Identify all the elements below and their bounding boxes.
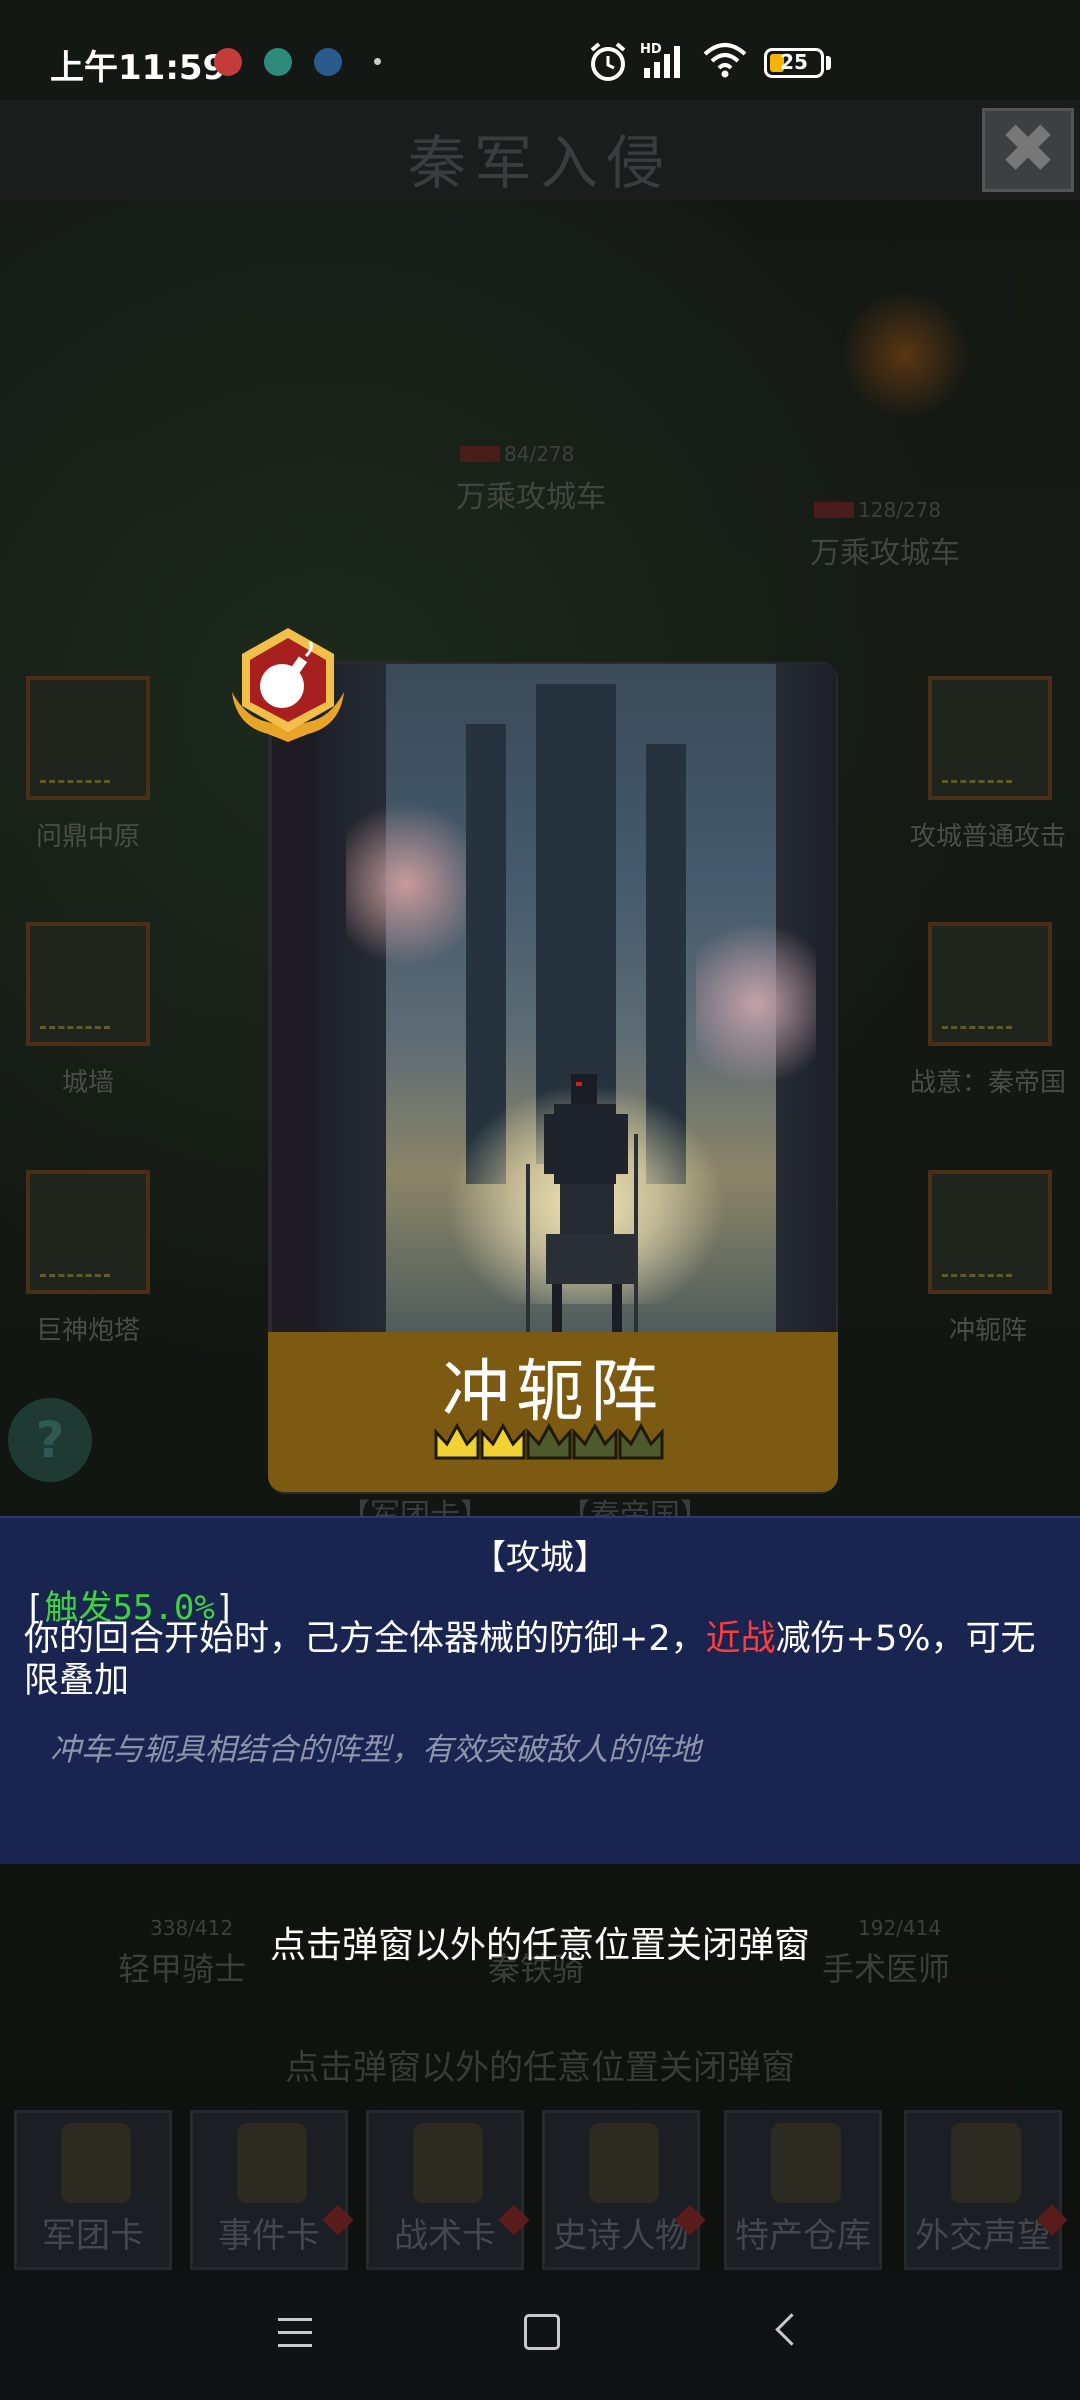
bottom-tab-bar: 军团卡 事件卡 战术卡 史诗人物 特产仓库 外交声望 bbox=[0, 2100, 1080, 2280]
cell-signal-icon bbox=[644, 46, 680, 78]
app-notification-icon bbox=[264, 48, 292, 76]
enemy-name[interactable]: 万乘攻城车 bbox=[810, 528, 960, 572]
tab-diplomatic-reputation[interactable]: 外交声望 bbox=[904, 2110, 1068, 2270]
crown-icon bbox=[434, 1422, 480, 1460]
alarm-icon bbox=[590, 42, 626, 81]
envelope-icon bbox=[951, 2123, 1021, 2203]
card-artwork bbox=[316, 664, 836, 1344]
tab-label: 外交声望 bbox=[915, 2216, 1051, 2256]
status-time: 上午11:59 bbox=[50, 48, 227, 88]
wifi-icon bbox=[703, 43, 747, 78]
close-button[interactable]: ✖ bbox=[982, 108, 1074, 192]
back-button[interactable] bbox=[775, 2313, 808, 2346]
enemy-hp-bar bbox=[460, 446, 500, 462]
more-notifications-icon bbox=[374, 58, 381, 65]
explosion-effect bbox=[840, 290, 970, 420]
scroll-icon bbox=[237, 2123, 307, 2203]
tab-legion-cards[interactable]: 军团卡 bbox=[14, 2110, 172, 2270]
chest-icon bbox=[771, 2123, 841, 2203]
left-slot-label: 巨神炮塔 bbox=[35, 1316, 140, 1346]
helmet-icon bbox=[61, 2123, 131, 2203]
tab-event-cards[interactable]: 事件卡 bbox=[190, 2110, 354, 2270]
crown-icon bbox=[480, 1422, 526, 1460]
enemy-hp: 128/278 bbox=[858, 498, 942, 522]
app-notification-icon bbox=[214, 48, 242, 76]
battery-tip bbox=[826, 56, 831, 70]
tab-specialty-warehouse[interactable]: 特产仓库 bbox=[724, 2110, 882, 2270]
crown-icon bbox=[589, 2123, 659, 2203]
artwork-blossom bbox=[346, 784, 466, 984]
enemy-hp-bar bbox=[814, 502, 854, 518]
system-nav-bar bbox=[0, 2270, 1080, 2400]
effect-keyword: 近战 bbox=[705, 1619, 776, 1659]
battery-icon: 25 bbox=[764, 48, 824, 78]
effect-text: 你的回合开始时，己方全体器械的防御+2， bbox=[24, 1619, 706, 1659]
knight-figure bbox=[526, 1074, 638, 1344]
crown-icon bbox=[526, 1422, 572, 1460]
shield-swords-icon bbox=[413, 2123, 483, 2203]
right-slot-label: 冲轭阵 bbox=[948, 1316, 1027, 1346]
tab-label: 战术卡 bbox=[394, 2216, 496, 2256]
help-button[interactable]: ? bbox=[8, 1398, 92, 1482]
tab-label: 史诗人物 bbox=[553, 2216, 689, 2256]
crown-icon bbox=[618, 1422, 664, 1460]
enemy-hp: 84/278 bbox=[504, 442, 575, 466]
right-card-slot[interactable] bbox=[928, 922, 1052, 1046]
tab-label: 特产仓库 bbox=[735, 2216, 871, 2256]
left-card-slot[interactable] bbox=[26, 676, 150, 800]
recents-button[interactable] bbox=[278, 2318, 312, 2348]
tab-epic-figures[interactable]: 史诗人物 bbox=[542, 2110, 706, 2270]
artwork-arch-left bbox=[316, 664, 386, 1344]
battery-level: 25 bbox=[780, 50, 808, 74]
artwork-blossom bbox=[696, 904, 816, 1104]
background-close-hint: 点击弹窗以外的任意位置关闭弹窗 bbox=[285, 2048, 795, 2088]
screen: 上午11:59 HD 25 秦军入侵 ✖ 84/278 万乘攻城车 128/27… bbox=[0, 0, 1080, 2400]
effect-description: 你的回合开始时，己方全体器械的防御+2，近战减伤+5%，可无限叠加 bbox=[24, 1618, 1060, 1702]
right-card-slot[interactable] bbox=[928, 676, 1052, 800]
crown-icon bbox=[572, 1422, 618, 1460]
right-slot-label: 战意：秦帝国 bbox=[909, 1068, 1066, 1098]
app-notification-icon bbox=[314, 48, 342, 76]
tab-label: 事件卡 bbox=[218, 2216, 320, 2256]
tab-label: 军团卡 bbox=[42, 2216, 144, 2256]
left-card-slot[interactable] bbox=[26, 1170, 150, 1294]
left-slot-label: 问鼎中原 bbox=[35, 822, 140, 852]
bomb-icon bbox=[232, 628, 344, 742]
enemy-name[interactable]: 万乘攻城车 bbox=[456, 472, 606, 516]
left-card-slot[interactable] bbox=[26, 922, 150, 1046]
game-title: 秦军入侵 bbox=[407, 129, 672, 197]
left-slot-label: 城墙 bbox=[61, 1068, 114, 1098]
right-card-slot[interactable] bbox=[928, 1170, 1052, 1294]
flavor-text: 冲车与轭具相结合的阵型，有效突破敌人的阵地 bbox=[50, 1732, 701, 1768]
right-slot-label: 攻城普通攻击 bbox=[909, 822, 1066, 852]
card-category-tag: 【攻城】 bbox=[472, 1538, 608, 1578]
home-button[interactable] bbox=[524, 2314, 560, 2350]
tab-tactic-cards[interactable]: 战术卡 bbox=[366, 2110, 530, 2270]
close-hint: 点击弹窗以外的任意位置关闭弹窗 bbox=[269, 1925, 810, 1966]
